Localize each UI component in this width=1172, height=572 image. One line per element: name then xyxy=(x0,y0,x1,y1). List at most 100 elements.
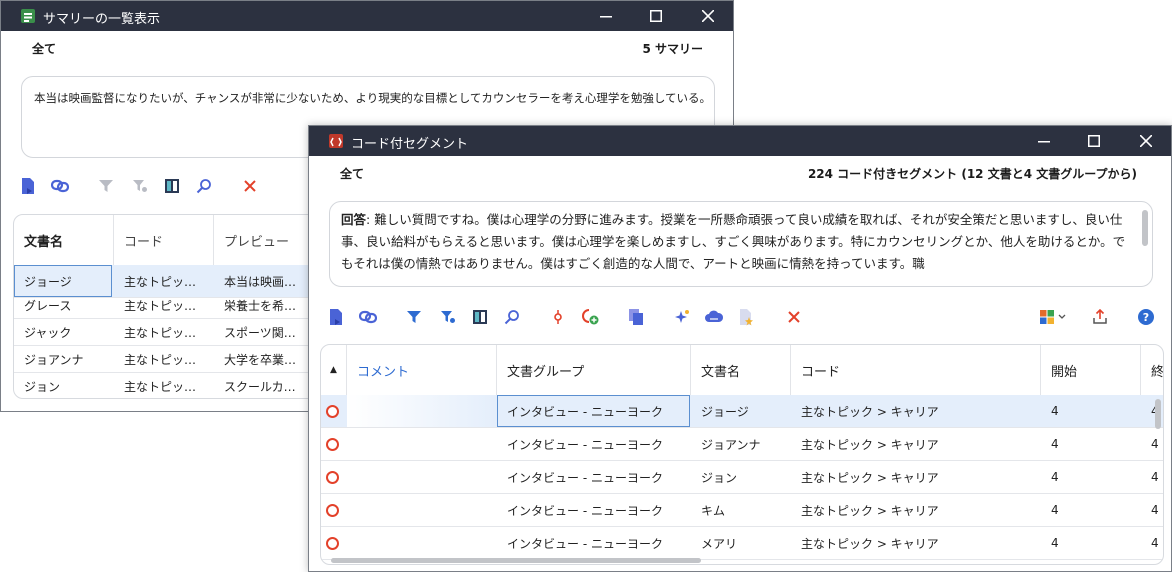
cell-comment[interactable] xyxy=(347,395,497,427)
table-row[interactable]: ジョン 主なトピッ… スクールカ… xyxy=(14,373,342,398)
column-header-code[interactable]: コード xyxy=(114,215,214,265)
filter-icon[interactable] xyxy=(403,306,425,328)
cell-document-group[interactable]: インタビュー - ニューヨーク xyxy=(497,494,691,526)
cell-document-group[interactable]: インタビュー - ニューヨーク xyxy=(497,395,690,427)
cell-end[interactable]: 4 xyxy=(1141,428,1163,460)
table-row[interactable]: ジャック 主なトピッ… スポーツ関… xyxy=(14,319,342,346)
app-icon xyxy=(329,134,343,148)
table-row[interactable]: インタビュー - ニューヨーク メアリ 主なトピック > キャリア 4 4 xyxy=(321,527,1163,560)
maximize-button[interactable] xyxy=(631,1,681,31)
code-marker-icon[interactable] xyxy=(547,306,569,328)
column-header-start[interactable]: 開始 xyxy=(1041,345,1141,395)
cell-start[interactable]: 4 xyxy=(1041,461,1141,493)
cell-code[interactable]: 主なトピック > キャリア xyxy=(791,461,1041,493)
answer-text: : 難しい質問ですね。僕は心理学の分野に進みます。授業を一所懸命頑張って良い成績… xyxy=(341,212,1126,271)
vertical-scrollbar[interactable] xyxy=(1155,399,1161,429)
cell-document-group[interactable]: インタビュー - ニューヨーク xyxy=(497,527,691,559)
table-row[interactable]: ジョアンナ 主なトピッ… 大学を卒業… xyxy=(14,346,342,373)
cell-preview[interactable]: 栄養士を希… xyxy=(214,292,314,318)
column-header-document-group[interactable]: 文書グループ xyxy=(497,345,691,395)
cell-document[interactable]: メアリ xyxy=(691,527,791,559)
cell-start[interactable]: 4 xyxy=(1041,395,1141,427)
segment-window-title: コード付セグメント xyxy=(351,137,469,152)
cell-start[interactable]: 4 xyxy=(1041,494,1141,526)
document-star-icon[interactable] xyxy=(735,306,757,328)
cell-preview[interactable]: 大学を卒業… xyxy=(214,346,314,372)
filter-icon[interactable] xyxy=(95,175,117,197)
cloud-icon[interactable] xyxy=(703,306,725,328)
table-row[interactable]: グレース 主なトピッ… 栄養士を希… xyxy=(14,292,342,319)
ai-assist-icon[interactable] xyxy=(671,306,693,328)
table-row[interactable]: インタビュー - ニューヨーク ジョン 主なトピック > キャリア 4 4 xyxy=(321,461,1163,494)
cell-document-group[interactable]: インタビュー - ニューヨーク xyxy=(497,461,691,493)
delete-icon[interactable] xyxy=(783,306,805,328)
segment-toolbar: ? xyxy=(325,306,1155,330)
cell-document[interactable]: ジョアンナ xyxy=(691,428,791,460)
segment-window: コード付セグメント 全て 224 コード付きセグメント (12 文書と4 文書グ… xyxy=(308,125,1172,572)
cell-end[interactable]: 4 xyxy=(1141,461,1163,493)
minimize-button[interactable] xyxy=(581,1,631,31)
link-icon[interactable] xyxy=(357,306,379,328)
column-header-code[interactable]: コード xyxy=(791,345,1041,395)
cell-code[interactable]: 主なトピッ… xyxy=(114,346,214,372)
sort-indicator[interactable]: ▲ xyxy=(321,345,347,395)
search-icon[interactable] xyxy=(501,306,523,328)
add-code-icon[interactable] xyxy=(579,306,601,328)
cell-preview[interactable]: スポーツ関… xyxy=(214,319,314,345)
summary-text: 本当は映画監督になりたいが、チャンスが非常に少ないため、より現実的な目標としてカ… xyxy=(34,91,711,105)
help-icon[interactable]: ? xyxy=(1135,306,1157,328)
cell-code[interactable]: 主なトピック > キャリア xyxy=(791,395,1041,427)
document-export-icon[interactable] xyxy=(17,175,39,197)
cell-code[interactable]: 主なトピッ… xyxy=(114,319,214,345)
cell-document[interactable]: キム xyxy=(691,494,791,526)
segment-text: 回答: 難しい質問ですね。僕は心理学の分野に進みます。授業を一所懸命頑張って良い… xyxy=(341,209,1131,285)
cell-end[interactable]: 4 xyxy=(1141,527,1163,559)
cell-document[interactable]: ジョアンナ xyxy=(14,346,114,372)
cell-document[interactable]: ジョン xyxy=(14,373,114,398)
copy-icon[interactable] xyxy=(625,306,647,328)
horizontal-scrollbar[interactable] xyxy=(331,558,701,563)
search-icon[interactable] xyxy=(193,175,215,197)
apps-menu-icon[interactable] xyxy=(1037,306,1071,328)
delete-icon[interactable] xyxy=(239,175,261,197)
cell-document-group[interactable]: インタビュー - ニューヨーク xyxy=(497,428,691,460)
table-row[interactable]: インタビュー - ニューヨーク ジョアンナ 主なトピック > キャリア 4 4 xyxy=(321,428,1163,461)
table-row[interactable]: インタビュー - ニューヨーク キム 主なトピック > キャリア 4 4 xyxy=(321,494,1163,527)
cell-code[interactable]: 主なトピッ… xyxy=(114,373,214,398)
close-button[interactable] xyxy=(683,1,733,31)
table-row[interactable]: インタビュー - ニューヨーク ジョージ 主なトピック > キャリア 4 4 xyxy=(321,395,1163,428)
link-icon[interactable] xyxy=(49,175,71,197)
minimize-button[interactable] xyxy=(1019,126,1069,156)
column-header-end[interactable]: 終 xyxy=(1141,345,1163,395)
filter-settings-icon[interactable] xyxy=(129,175,151,197)
close-button[interactable] xyxy=(1121,126,1171,156)
columns-icon[interactable] xyxy=(161,175,183,197)
cell-document[interactable]: グレース xyxy=(14,292,114,318)
column-header-comment[interactable]: コメント xyxy=(347,345,497,395)
cell-code[interactable]: 主なトピック > キャリア xyxy=(791,527,1041,559)
document-export-icon[interactable] xyxy=(325,306,347,328)
cell-code[interactable]: 主なトピック > キャリア xyxy=(791,428,1041,460)
segment-table: ▲ コメント 文書グループ 文書名 コード 開始 終 インタビュー - ニューヨ… xyxy=(320,344,1164,565)
cell-document[interactable]: ジャック xyxy=(14,319,114,345)
export-icon[interactable] xyxy=(1089,306,1111,328)
segment-titlebar[interactable]: コード付セグメント xyxy=(309,126,1171,156)
cell-document[interactable]: ジョン xyxy=(691,461,791,493)
columns-icon[interactable] xyxy=(469,306,491,328)
cell-preview[interactable]: スクールカ… xyxy=(214,373,314,398)
code-color-marker xyxy=(326,405,339,418)
text-scrollbar[interactable] xyxy=(1142,210,1148,246)
filter-label: 全て xyxy=(32,42,57,56)
column-header-document[interactable]: 文書名 xyxy=(14,215,114,265)
cell-start[interactable]: 4 xyxy=(1041,428,1141,460)
cell-end[interactable]: 4 xyxy=(1141,494,1163,526)
maximize-button[interactable] xyxy=(1069,126,1119,156)
cell-start[interactable]: 4 xyxy=(1041,527,1141,559)
cell-document[interactable]: ジョージ xyxy=(691,395,791,427)
summary-titlebar[interactable]: サマリーの一覧表示 xyxy=(1,1,733,31)
column-header-document[interactable]: 文書名 xyxy=(691,345,791,395)
cell-code[interactable]: 主なトピッ… xyxy=(114,292,214,318)
filter-settings-icon[interactable] xyxy=(437,306,459,328)
segment-text-box[interactable]: 回答: 難しい質問ですね。僕は心理学の分野に進みます。授業を一所懸命頑張って良い… xyxy=(329,201,1153,287)
cell-code[interactable]: 主なトピック > キャリア xyxy=(791,494,1041,526)
